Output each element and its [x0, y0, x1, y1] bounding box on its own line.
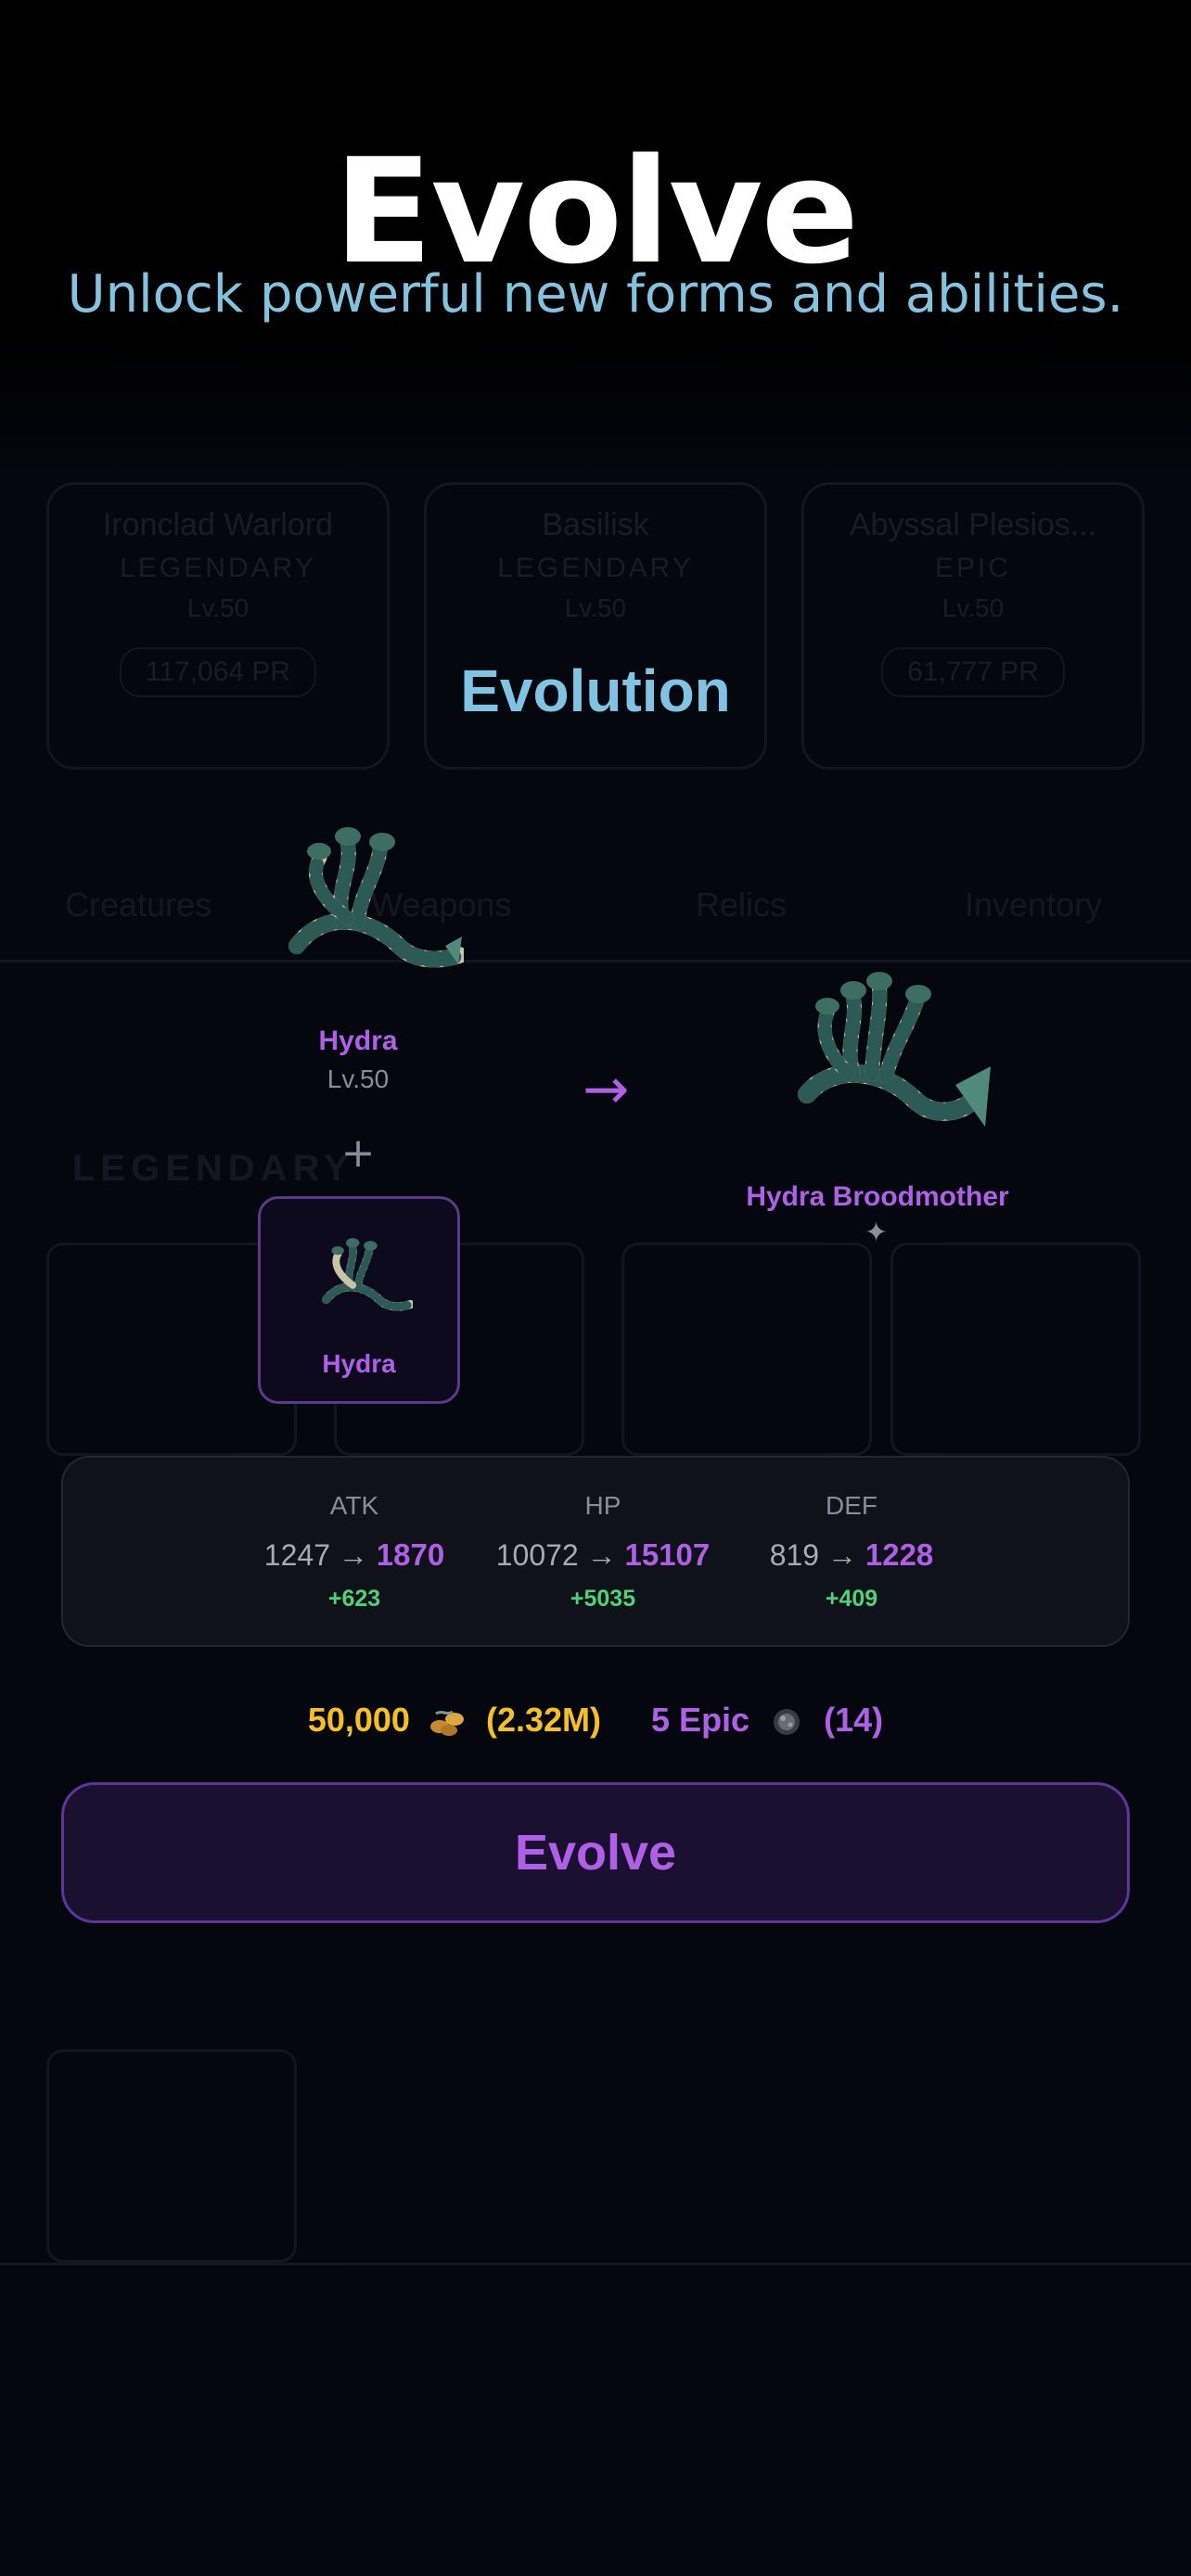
stat-gain: +623: [327, 1586, 381, 1612]
stat-label: ATK: [329, 1491, 379, 1520]
stat-arrow: →: [338, 1538, 368, 1572]
material-name: Hydra: [322, 1349, 396, 1378]
modal-title: Evolution: [460, 657, 731, 724]
bg-card-name: Abyssal Plesios...: [849, 507, 1097, 542]
stat-atk: ATK 1247 → 1870 +623: [224, 1458, 484, 1613]
bg-creature-card: Ironclad Warlord LEGENDARY Lv.50 117,064…: [46, 482, 390, 770]
stat-label: DEF: [826, 1491, 877, 1520]
bg-section-heading: LEGENDARY: [72, 1148, 354, 1189]
stat-arrow: →: [826, 1538, 857, 1572]
gold-cost: 50,000: [307, 1701, 410, 1739]
hydra-creature-icon: [288, 827, 464, 968]
bg-tile: [46, 2049, 297, 2263]
epic-cost: 5 Epic: [651, 1701, 750, 1739]
evolve-button[interactable]: Evolve: [61, 1782, 1130, 1923]
stat-values: 1247 → 1870: [224, 1537, 484, 1573]
stat-values: 819 → 1228: [722, 1537, 981, 1573]
stat-to: 15107: [624, 1537, 711, 1572]
bg-card-level: Lv.50: [941, 593, 1005, 622]
sparkle-icon: ✦: [864, 1217, 889, 1249]
stat-gain: +5035: [570, 1586, 636, 1612]
bg-card-level: Lv.50: [564, 593, 627, 622]
stat-def: DEF 819 → 1228 +409: [722, 1458, 981, 1613]
stat-from: 1247: [263, 1538, 330, 1572]
gold-coin-icon: [429, 1711, 464, 1737]
bg-tab: Relics: [696, 886, 788, 924]
stat-from: 10072: [495, 1538, 579, 1572]
stat-gain: +409: [825, 1586, 878, 1612]
gold-owned: (2.32M): [485, 1701, 601, 1739]
stat-to: 1228: [864, 1537, 934, 1572]
epic-owned: (14): [824, 1701, 884, 1739]
stat-to: 1870: [376, 1537, 445, 1572]
stat-arrow: →: [586, 1538, 617, 1572]
stats-panel: ATK 1247 → 1870 +623 HP 10072 → 15107 +5…: [61, 1456, 1130, 1647]
bg-creature-card: Abyssal Plesios... EPIC Lv.50 61,777 PR: [801, 482, 1145, 770]
bg-tile: [621, 1243, 872, 1456]
bg-nav-divider: [0, 2263, 1191, 2265]
bg-tab: Creatures: [65, 886, 212, 924]
stat-from: 819: [769, 1538, 820, 1572]
bg-card-name: Basilisk: [542, 507, 649, 542]
bg-tile: [890, 1243, 1141, 1456]
bg-tab-bar: Creatures Weapons Relics Inventory: [0, 886, 1191, 960]
hydra-material-icon: [322, 1238, 413, 1311]
material-slot[interactable]: Hydra: [258, 1196, 460, 1404]
hydra-broodmother-icon: [798, 972, 991, 1127]
target-creature-name: Hydra Broodmother: [746, 1181, 1009, 1212]
bg-card-rarity: LEGENDARY: [120, 553, 316, 583]
bg-divider: [0, 960, 1191, 963]
plus-sign: +: [340, 1129, 376, 1177]
evolve-arrow: →: [583, 1057, 630, 1122]
stat-label: HP: [584, 1491, 621, 1520]
bg-card-rarity: EPIC: [934, 553, 1012, 583]
bg-tab: Inventory: [965, 886, 1103, 924]
bg-card-level: Lv.50: [186, 593, 250, 622]
stat-values: 10072 → 15107: [473, 1537, 733, 1573]
bg-card-rarity: LEGENDARY: [497, 553, 694, 583]
source-creature-level: Lv.50: [327, 1065, 390, 1093]
background-app: Ironclad Warlord LEGENDARY Lv.50 117,064…: [0, 0, 1191, 2576]
epic-gem-icon: [774, 1709, 800, 1736]
stat-hp: HP 10072 → 15107 +5035: [473, 1458, 733, 1613]
evolution-cost: 50,000 (2.32M) 5 Epic (14): [0, 1701, 1191, 1740]
bg-card-name: Ironclad Warlord: [102, 507, 334, 542]
source-creature-name: Hydra: [318, 1026, 398, 1056]
bg-creature-card: Basilisk LEGENDARY Lv.50: [424, 482, 767, 770]
